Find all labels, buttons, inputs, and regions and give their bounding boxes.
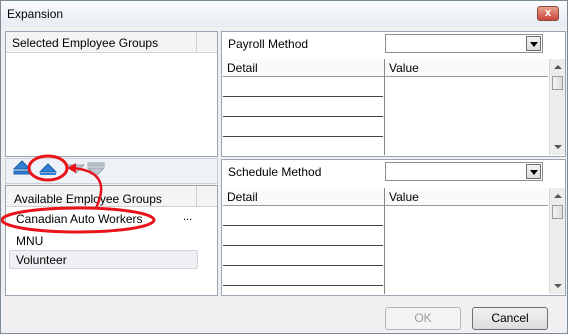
move-down-icon[interactable] — [66, 164, 86, 174]
scroll-thumb[interactable] — [552, 76, 563, 90]
schedule-scrollbar[interactable] — [549, 188, 565, 294]
payroll-method-select[interactable] — [385, 34, 543, 53]
move-up-icon[interactable] — [38, 163, 58, 175]
column-header-detail: Detail — [223, 59, 384, 77]
list-item-label: Volunteer — [16, 253, 67, 267]
column-header-value: Value — [385, 59, 548, 77]
scroll-down-icon[interactable] — [554, 145, 562, 149]
list-item[interactable]: Volunteer — [9, 250, 198, 269]
list-item-label: Canadian Auto Workers — [16, 212, 143, 226]
list-item-label: MNU — [16, 234, 44, 248]
schedule-method-label: Schedule Method — [228, 165, 322, 179]
ellipsis-label: ... — [183, 211, 193, 223]
column-header-detail: Detail — [223, 188, 384, 206]
close-button[interactable]: x — [537, 6, 559, 21]
ok-button-label: OK — [414, 311, 432, 325]
schedule-method-select[interactable] — [385, 162, 543, 181]
payroll-scrollbar[interactable] — [549, 59, 565, 155]
available-groups-header-label: Available Employee Groups — [14, 192, 162, 206]
payroll-method-label: Payroll Method — [228, 37, 309, 51]
payroll-grid: Detail Value — [223, 59, 565, 155]
group-move-toolbar — [5, 158, 218, 184]
title-bar: Expansion x — [1, 1, 567, 27]
cancel-button-label: Cancel — [491, 311, 529, 325]
expansion-dialog: Expansion x Selected Employee Groups Ava… — [0, 0, 568, 334]
selected-groups-header-label: Selected Employee Groups — [12, 36, 159, 50]
list-item[interactable]: Canadian Auto Workers ... — [6, 210, 216, 228]
chevron-down-icon[interactable] — [526, 164, 541, 179]
move-bottom-icon[interactable] — [86, 162, 106, 177]
move-top-icon[interactable] — [12, 160, 32, 175]
ok-button[interactable]: OK — [385, 307, 461, 330]
list-item[interactable]: MNU — [6, 231, 216, 249]
close-icon: x — [544, 7, 552, 19]
selected-groups-header: Selected Employee Groups — [6, 32, 217, 53]
chevron-down-icon[interactable] — [526, 36, 541, 51]
schedule-panel: Schedule Method Detail Value — [221, 159, 566, 296]
scroll-up-icon[interactable] — [554, 65, 562, 69]
available-groups-header: Available Employee Groups — [6, 186, 217, 207]
schedule-grid: Detail Value — [223, 188, 565, 294]
scroll-down-icon[interactable] — [554, 284, 562, 288]
scroll-up-icon[interactable] — [554, 194, 562, 198]
selected-groups-panel: Selected Employee Groups — [5, 31, 218, 157]
column-header-value: Value — [385, 188, 548, 206]
available-groups-panel: Available Employee Groups Canadian Auto … — [5, 185, 218, 296]
payroll-panel: Payroll Method Detail Value — [221, 31, 566, 157]
cancel-button[interactable]: Cancel — [472, 307, 548, 330]
scroll-thumb[interactable] — [552, 205, 563, 219]
window-title: Expansion — [7, 7, 64, 21]
move-toolbar-icons — [12, 160, 106, 177]
